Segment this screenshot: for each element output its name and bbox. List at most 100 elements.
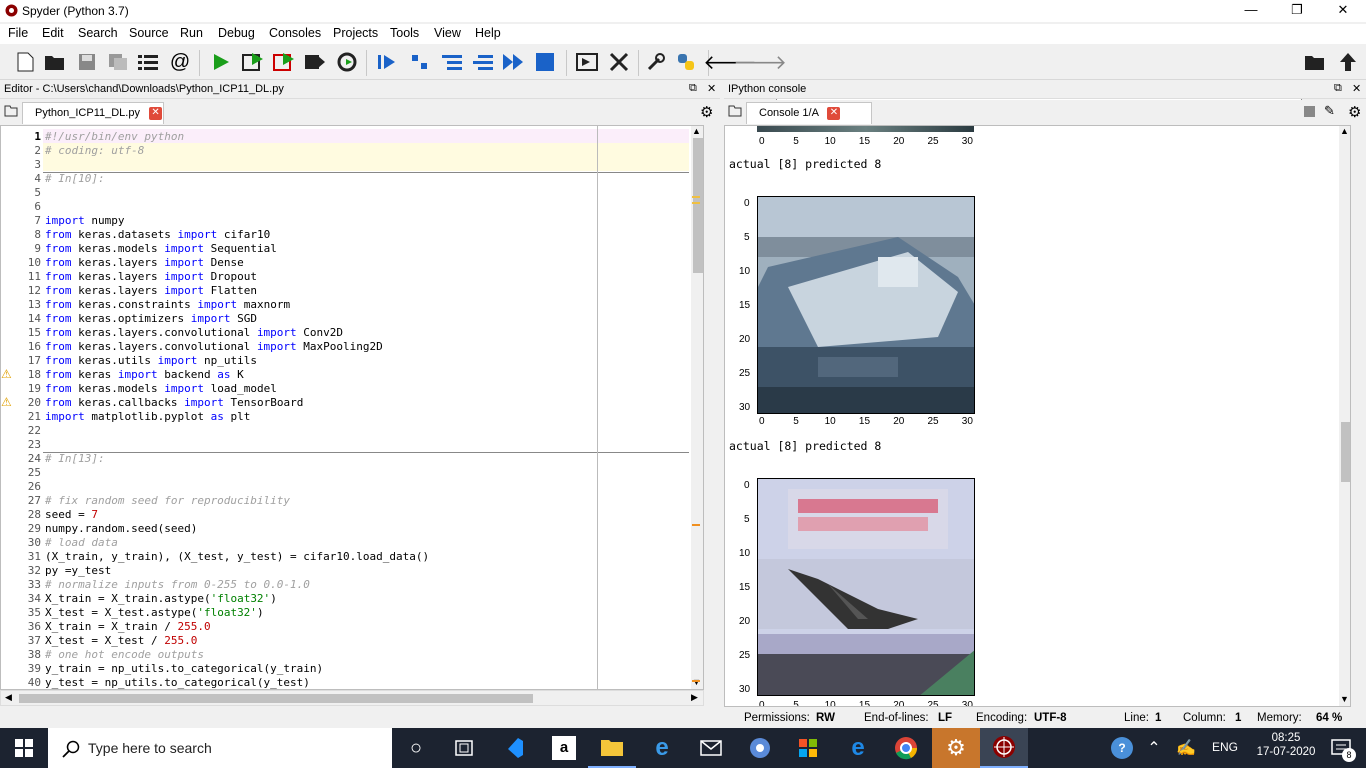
undock-icon[interactable]: ⧉ [1334, 82, 1342, 95]
code-line[interactable]: X_test = X_test.astype('float32') [45, 606, 264, 620]
editor-vertical-scrollbar[interactable]: ▲ ▼ [691, 126, 703, 689]
scroll-up-icon[interactable]: ▲ [692, 126, 701, 136]
warning-icon[interactable]: ⚠ [1, 395, 12, 409]
menu-run[interactable]: Run [180, 26, 203, 40]
outline-icon[interactable] [136, 51, 160, 73]
preferences-icon[interactable] [644, 51, 668, 73]
at-icon[interactable]: @ [168, 51, 192, 73]
code-line[interactable]: from keras.models import Sequential [45, 242, 277, 256]
clock[interactable]: 08:25 17-07-2020 [1252, 732, 1320, 758]
menu-consoles[interactable]: Consoles [269, 26, 321, 40]
code-editor[interactable]: 1 2 3 4 5 6 7 8 9 10 11 12 13 14 15 16 17 18 19 20 21 22 23 24 2… [0, 125, 704, 690]
scroll-down-icon[interactable]: ▼ [692, 677, 701, 687]
continue-icon[interactable] [501, 51, 525, 73]
rerun-icon[interactable] [335, 51, 359, 73]
code-line[interactable]: seed = 7 [45, 508, 98, 522]
scroll-left-icon[interactable]: ◀ [5, 692, 12, 703]
edge-icon[interactable]: e [834, 728, 882, 768]
scroll-thumb[interactable] [1341, 422, 1350, 482]
chrome-alt-icon[interactable] [736, 728, 784, 768]
cortana-icon[interactable]: ○ [392, 728, 440, 768]
new-file-icon[interactable] [13, 51, 37, 73]
step-return-icon[interactable] [471, 51, 495, 73]
vscode-icon[interactable] [490, 728, 538, 768]
open-file-icon[interactable] [43, 51, 67, 73]
code-line[interactable]: from keras.layers import Flatten [45, 284, 257, 298]
notification-icon[interactable]: 8 [1318, 728, 1366, 768]
code-line[interactable]: import numpy [45, 214, 125, 228]
code-line[interactable]: from keras.optimizers import SGD [45, 312, 257, 326]
code-line[interactable]: # load data [45, 536, 118, 550]
code-line[interactable]: X_train = X_train / 255.0 [45, 620, 211, 634]
clear-console-icon[interactable]: ✎ [1324, 103, 1335, 119]
code-line[interactable]: (X_train, y_train), (X_test, y_test) = c… [45, 550, 429, 564]
code-line[interactable]: #!/usr/bin/env python [45, 130, 184, 144]
code-line[interactable]: y_train = np_utils.to_categorical(y_trai… [45, 662, 323, 676]
warning-icon[interactable]: ⚠ [1, 367, 12, 381]
close-icon[interactable]: ✕ [149, 107, 163, 120]
close-button[interactable]: ✕ [1320, 0, 1366, 22]
settings-icon[interactable]: ⚙ [932, 728, 980, 768]
run-icon[interactable] [209, 51, 233, 73]
scroll-down-icon[interactable]: ▼ [1340, 694, 1349, 704]
code-line[interactable]: from keras.utils import np_utils [45, 354, 257, 368]
gear-icon[interactable]: ⚙ [1348, 103, 1361, 121]
code-line[interactable]: from keras.layers import Dropout [45, 270, 257, 284]
code-line[interactable]: X_test = X_test / 255.0 [45, 634, 197, 648]
close-pane-icon[interactable]: ✕ [1352, 82, 1361, 95]
code-line[interactable]: from keras.models import load_model [45, 382, 277, 396]
code-line[interactable]: from keras.layers.convolutional import C… [45, 326, 343, 340]
chrome-icon[interactable] [882, 728, 930, 768]
amazon-icon[interactable]: a [540, 728, 588, 768]
code-line[interactable]: py =y_test [45, 564, 111, 578]
taskbar-search-box[interactable]: Type here to search [48, 728, 392, 768]
editor-horizontal-scrollbar[interactable]: ◀ ▶ [0, 690, 704, 706]
menu-help[interactable]: Help [475, 26, 501, 40]
code-line[interactable]: from keras import backend as K [45, 368, 244, 382]
code-line[interactable]: # one hot encode outputs [45, 648, 204, 662]
code-line[interactable]: import matplotlib.pyplot as plt [45, 410, 250, 424]
close-pane-icon[interactable]: ✕ [707, 82, 716, 95]
store-icon[interactable] [784, 728, 832, 768]
run-cell-advance-icon[interactable] [272, 51, 296, 73]
undock-icon[interactable]: ⧉ [689, 82, 697, 95]
task-view-icon[interactable] [440, 728, 488, 768]
scroll-up-icon[interactable]: ▲ [1340, 126, 1349, 136]
run-cell-icon[interactable] [241, 51, 265, 73]
step-into-icon[interactable] [440, 51, 464, 73]
code-line[interactable]: from keras.layers.convolutional import M… [45, 340, 383, 354]
minimize-button[interactable]: — [1228, 0, 1274, 22]
file-explorer-icon[interactable] [588, 728, 636, 768]
forward-icon[interactable]: 🡒 [733, 51, 787, 74]
run-selection-icon[interactable] [303, 51, 327, 73]
code-line[interactable]: numpy.random.seed(seed) [45, 522, 197, 536]
step-icon[interactable] [408, 51, 432, 73]
restore-button[interactable]: ❐ [1274, 0, 1320, 22]
menu-file[interactable]: File [8, 26, 28, 40]
tab-python-icp11[interactable]: Python_ICP11_DL.py ✕ [22, 102, 164, 124]
stop-kernel-icon[interactable] [1304, 106, 1315, 117]
scroll-thumb[interactable] [693, 138, 703, 273]
menu-search[interactable]: Search [78, 26, 118, 40]
debug-icon[interactable] [375, 51, 399, 73]
gear-icon[interactable]: ⚙ [700, 103, 713, 121]
code-line[interactable]: from keras.layers import Dense [45, 256, 244, 270]
code-line[interactable]: from keras.callbacks import TensorBoard [45, 396, 303, 410]
code-line[interactable]: # In[10]: [45, 172, 105, 186]
scroll-right-icon[interactable]: ▶ [691, 692, 698, 703]
menu-source[interactable]: Source [129, 26, 169, 40]
fullscreen-icon[interactable] [607, 51, 631, 73]
code-line[interactable]: # normalize inputs from 0-255 to 0.0-1.0 [45, 578, 310, 592]
code-line[interactable]: # coding: utf-8 [45, 144, 144, 158]
language-indicator[interactable]: ENG [1212, 740, 1238, 754]
console-vertical-scrollbar[interactable]: ▲ ▼ [1339, 126, 1350, 706]
menu-projects[interactable]: Projects [333, 26, 378, 40]
save-all-icon[interactable] [106, 51, 130, 73]
browse-tabs-icon[interactable] [4, 105, 18, 120]
menu-debug[interactable]: Debug [218, 26, 255, 40]
windows-start-icon[interactable] [0, 728, 48, 768]
code-line[interactable]: # In[13]: [45, 452, 105, 466]
spyder-taskbar-icon[interactable] [980, 728, 1028, 768]
code-line[interactable]: y_test = np_utils.to_categorical(y_test) [45, 676, 310, 689]
ie-icon[interactable]: e [638, 728, 686, 768]
